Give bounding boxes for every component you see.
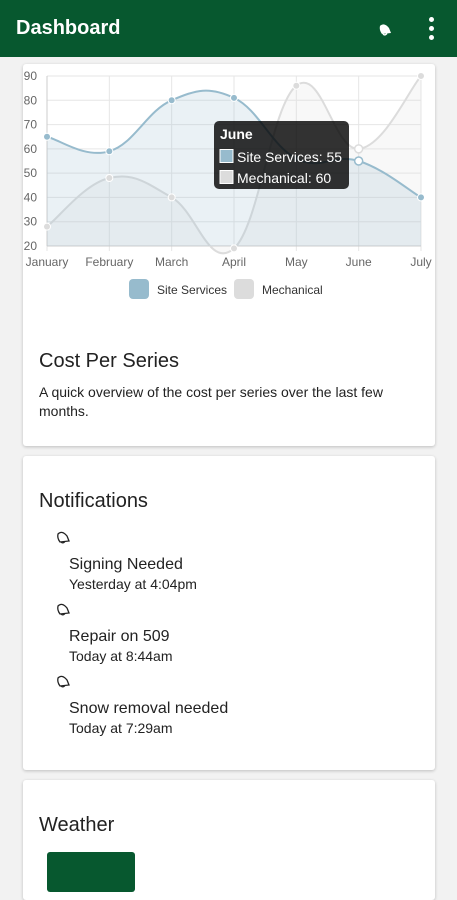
y-tick-label: 80 bbox=[24, 93, 38, 107]
notifications-card: Notifications Signing Needed Yesterday a… bbox=[23, 456, 435, 770]
cost-chart-card: 20 30 40 50 60 70 80 90 January February March Apri… bbox=[23, 64, 435, 446]
bell-icon bbox=[57, 531, 70, 544]
tooltip-title: June bbox=[220, 126, 253, 142]
bell-icon bbox=[57, 603, 70, 616]
weather-title: Weather bbox=[39, 814, 115, 836]
bell-icon bbox=[57, 675, 70, 688]
cost-card-description: A quick overview of the cost per series … bbox=[39, 384, 383, 419]
data-point bbox=[167, 96, 176, 105]
x-tick-label: February bbox=[85, 255, 133, 269]
notification-title: Repair on 509 bbox=[69, 628, 170, 645]
data-point bbox=[353, 144, 364, 154]
page-title: Dashboard bbox=[16, 17, 121, 39]
notification-item[interactable]: Signing Needed Yesterday at 4:04pm bbox=[56, 530, 396, 593]
weather-button[interactable] bbox=[47, 852, 135, 892]
notifications-title: Notifications bbox=[39, 490, 148, 512]
data-point bbox=[353, 156, 364, 166]
tooltip-swatch bbox=[219, 149, 234, 163]
x-tick-label: June bbox=[346, 255, 372, 269]
x-tick-label: April bbox=[222, 255, 246, 269]
legend-swatch bbox=[129, 279, 149, 299]
app-bar: Dashboard bbox=[0, 0, 457, 57]
data-point bbox=[417, 193, 425, 202]
tooltip-line: Site Services: 55 bbox=[237, 149, 342, 165]
notification-item[interactable]: Snow removal needed Today at 7:29am bbox=[56, 674, 396, 737]
data-point bbox=[43, 132, 51, 141]
y-tick-label: 30 bbox=[24, 215, 38, 229]
y-tick-label: 90 bbox=[24, 69, 38, 83]
y-tick-label: 50 bbox=[24, 166, 38, 180]
notification-time: Today at 7:29am bbox=[69, 720, 173, 736]
data-point bbox=[292, 81, 301, 90]
line-chart: 20 30 40 50 60 70 80 90 January February March Apri… bbox=[24, 69, 432, 299]
notification-time: Yesterday at 4:04pm bbox=[69, 576, 197, 592]
y-tick-label: 20 bbox=[24, 239, 38, 253]
data-point bbox=[230, 244, 238, 253]
data-point bbox=[417, 72, 425, 80]
notification-title: Signing Needed bbox=[69, 556, 183, 573]
x-tick-label: January bbox=[26, 255, 69, 269]
y-tick-label: 70 bbox=[24, 118, 38, 132]
data-point bbox=[43, 222, 51, 231]
x-tick-label: July bbox=[410, 255, 431, 269]
data-point bbox=[105, 147, 114, 156]
y-tick-label: 60 bbox=[24, 142, 38, 156]
more-vert-icon[interactable] bbox=[421, 15, 441, 43]
weather-card: Weather bbox=[23, 780, 435, 900]
legend-swatch bbox=[234, 279, 254, 299]
notification-title: Snow removal needed bbox=[69, 700, 229, 717]
bell-icon bbox=[379, 23, 391, 36]
tooltip-swatch bbox=[219, 170, 234, 184]
notification-time: Today at 8:44am bbox=[69, 648, 173, 664]
data-point bbox=[230, 93, 238, 102]
notification-item[interactable]: Repair on 509 Today at 8:44am bbox=[56, 602, 396, 665]
x-tick-label: May bbox=[285, 255, 308, 269]
legend-label: Mechanical bbox=[262, 283, 323, 297]
data-point bbox=[105, 174, 114, 182]
x-tick-label: March bbox=[155, 255, 188, 269]
y-tick-label: 40 bbox=[24, 190, 38, 204]
notifications-button[interactable] bbox=[371, 15, 399, 43]
legend-label: Site Services bbox=[157, 283, 227, 297]
data-point bbox=[167, 193, 176, 202]
tooltip-line: Mechanical: 60 bbox=[237, 170, 331, 186]
cost-card-title: Cost Per Series bbox=[39, 350, 180, 372]
